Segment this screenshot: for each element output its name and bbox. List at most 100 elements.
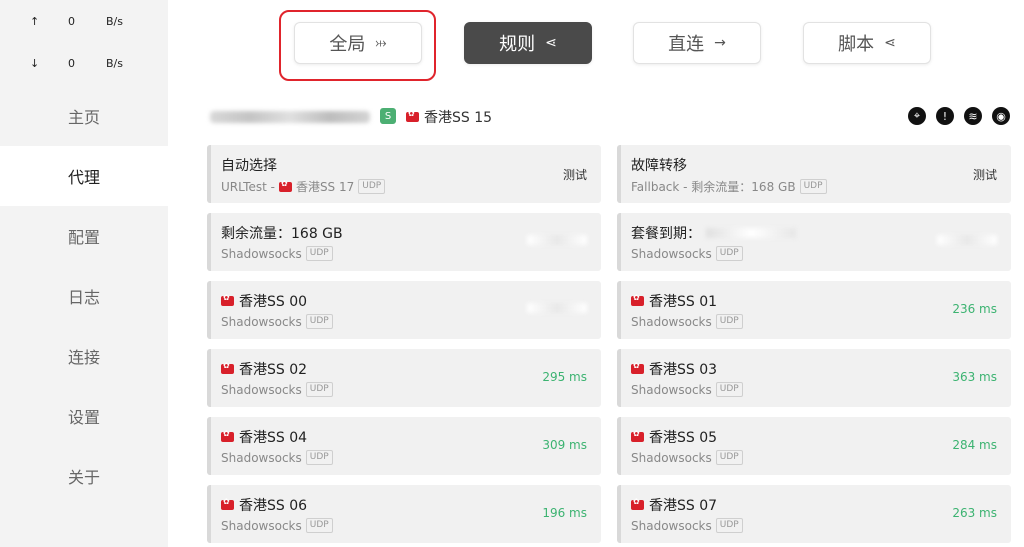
card-type: URLTest - bbox=[221, 179, 275, 194]
upload-arrow-icon: ↑ bbox=[30, 15, 40, 28]
card-subtitle: Shadowsocks UDP bbox=[631, 314, 743, 329]
proxy-card-node[interactable]: 香港SS 01 Shadowsocks UDP 236 ms bbox=[617, 281, 1011, 339]
latency-value[interactable]: 196 ms bbox=[542, 506, 587, 520]
proxy-card-node[interactable]: 香港SS 02 Shadowsocks UDP 295 ms bbox=[207, 349, 601, 407]
node-name: 香港SS 07 bbox=[649, 498, 718, 514]
group-header-actions: ⌖ ! ≋ ◉ bbox=[908, 107, 1010, 125]
upload-value: 0 bbox=[68, 15, 75, 28]
mode-global-button[interactable]: 全局 ⤔ bbox=[294, 22, 422, 64]
proxy-card-traffic-info[interactable]: 剩余流量：168 GB Shadowsocks UDP bbox=[207, 213, 601, 271]
card-title: 香港SS 06 bbox=[221, 495, 307, 515]
download-unit: B/s bbox=[106, 57, 123, 70]
upload-speed: ↑ 0 B/s bbox=[0, 15, 168, 35]
mode-rule-button[interactable]: 规则 ⋖ bbox=[464, 22, 592, 64]
udp-badge: UDP bbox=[305, 518, 333, 533]
card-subtitle: Shadowsocks UDP bbox=[631, 246, 743, 261]
latency-value[interactable]: 236 ms bbox=[952, 302, 997, 316]
node-name: 香港SS 02 bbox=[239, 362, 308, 378]
node-name: 香港SS 04 bbox=[239, 430, 308, 446]
card-type: Shadowsocks bbox=[631, 314, 712, 329]
mode-direct-button[interactable]: 直连 → bbox=[633, 22, 761, 64]
card-type: Shadowsocks bbox=[221, 382, 302, 397]
sidebar-item-proxy[interactable]: 代理 bbox=[0, 146, 168, 206]
udp-badge: UDP bbox=[715, 450, 743, 465]
download-speed: ↓ 0 B/s bbox=[0, 57, 168, 77]
test-button[interactable]: 测试 bbox=[973, 166, 997, 183]
node-name: 香港SS 05 bbox=[649, 430, 718, 446]
card-title: 故障转移 bbox=[631, 158, 687, 174]
udp-badge: UDP bbox=[305, 450, 333, 465]
hong-kong-flag-icon bbox=[631, 429, 644, 442]
card-title: 香港SS 00 bbox=[221, 291, 307, 311]
card-title: 自动选择 bbox=[221, 158, 277, 174]
proxy-card-node[interactable]: 香港SS 07 Shadowsocks UDP 263 ms bbox=[617, 485, 1011, 543]
locate-icon[interactable]: ⌖ bbox=[908, 107, 926, 125]
sidebar-nav: 主页 代理 配置 日志 连接 设置 关于 bbox=[0, 86, 168, 506]
proxy-card-node[interactable]: 香港SS 00 Shadowsocks UDP bbox=[207, 281, 601, 339]
udp-badge: UDP bbox=[715, 382, 743, 397]
sidebar-item-settings[interactable]: 设置 bbox=[0, 386, 168, 446]
sidebar-item-profiles[interactable]: 配置 bbox=[0, 206, 168, 266]
latency-value[interactable]: 263 ms bbox=[952, 506, 997, 520]
mode-global-label: 全局 bbox=[329, 34, 366, 55]
hong-kong-flag-icon bbox=[631, 293, 644, 306]
udp-badge: UDP bbox=[305, 382, 333, 397]
node-name: 香港SS 00 bbox=[239, 294, 308, 310]
download-value: 0 bbox=[68, 57, 75, 70]
sidebar-item-home[interactable]: 主页 bbox=[0, 86, 168, 146]
latency-value[interactable]: 284 ms bbox=[952, 438, 997, 452]
alert-icon[interactable]: ! bbox=[936, 107, 954, 125]
card-type: Shadowsocks bbox=[221, 450, 302, 465]
card-title: 香港SS 07 bbox=[631, 495, 717, 515]
proxy-card-node[interactable]: 香港SS 06 Shadowsocks UDP 196 ms bbox=[207, 485, 601, 543]
card-title: 香港SS 05 bbox=[631, 427, 717, 447]
mode-script-button[interactable]: 脚本 ⋖ bbox=[803, 22, 931, 64]
wifi-speed-test-icon[interactable]: ≋ bbox=[964, 107, 982, 125]
proxy-group-header[interactable]: S 香港SS 15 ⌖ ! ≋ ◉ bbox=[210, 105, 1010, 129]
card-subtitle: Shadowsocks UDP bbox=[631, 382, 743, 397]
mode-direct-label: 直连 bbox=[668, 34, 705, 55]
hong-kong-flag-icon bbox=[221, 429, 234, 442]
node-name: 香港SS 03 bbox=[649, 362, 718, 378]
hong-kong-flag-icon bbox=[278, 179, 292, 192]
redacted-delay bbox=[937, 235, 997, 245]
latency-value[interactable]: 295 ms bbox=[542, 370, 587, 384]
proxy-card-node[interactable]: 香港SS 03 Shadowsocks UDP 363 ms bbox=[617, 349, 1011, 407]
sidebar-item-about[interactable]: 关于 bbox=[0, 446, 168, 506]
direct-mode-icon: → bbox=[714, 35, 726, 51]
proxy-card-node[interactable]: 香港SS 05 Shadowsocks UDP 284 ms bbox=[617, 417, 1011, 475]
script-mode-icon: ⋖ bbox=[884, 35, 896, 51]
redacted-delay bbox=[527, 303, 587, 313]
latency-value[interactable]: 363 ms bbox=[952, 370, 997, 384]
rule-mode-icon: ⋖ bbox=[545, 35, 557, 51]
proxy-card-node[interactable]: 香港SS 04 Shadowsocks UDP 309 ms bbox=[207, 417, 601, 475]
proxy-card-expiry-info[interactable]: 套餐到期： Shadowsocks UDP bbox=[617, 213, 1011, 271]
eye-icon[interactable]: ◉ bbox=[992, 107, 1010, 125]
card-type: Shadowsocks bbox=[221, 314, 302, 329]
group-name-redacted bbox=[210, 111, 370, 123]
latency-value[interactable]: 309 ms bbox=[542, 438, 587, 452]
mode-script-label: 脚本 bbox=[838, 34, 875, 55]
udp-badge: UDP bbox=[715, 314, 743, 329]
hong-kong-flag-icon bbox=[631, 361, 644, 374]
udp-badge: UDP bbox=[305, 246, 333, 261]
card-subtitle: URLTest - 香港SS 17 UDP bbox=[221, 178, 386, 195]
hong-kong-flag-icon bbox=[221, 293, 234, 306]
proxy-card-fallback[interactable]: 故障转移 Fallback - 剩余流量：168 GB UDP 测试 bbox=[617, 145, 1011, 203]
card-type: Shadowsocks bbox=[631, 450, 712, 465]
download-arrow-icon: ↓ bbox=[30, 57, 40, 70]
card-type: Fallback - 剩余流量：168 GB bbox=[631, 180, 796, 194]
redacted-delay bbox=[527, 235, 587, 245]
sidebar-item-logs[interactable]: 日志 bbox=[0, 266, 168, 326]
sidebar-item-connections[interactable]: 连接 bbox=[0, 326, 168, 386]
card-selected-node: 香港SS 17 bbox=[295, 180, 355, 194]
hong-kong-flag-icon bbox=[221, 361, 234, 374]
hong-kong-flag-icon bbox=[631, 497, 644, 510]
card-subtitle: Shadowsocks UDP bbox=[631, 450, 743, 465]
proxy-card-auto-select[interactable]: 自动选择 URLTest - 香港SS 17 UDP 测试 bbox=[207, 145, 601, 203]
card-type: Shadowsocks bbox=[221, 246, 302, 261]
udp-badge: UDP bbox=[715, 246, 743, 261]
card-type: Shadowsocks bbox=[221, 518, 302, 533]
test-button[interactable]: 测试 bbox=[563, 166, 587, 183]
global-mode-icon: ⤔ bbox=[375, 35, 387, 51]
